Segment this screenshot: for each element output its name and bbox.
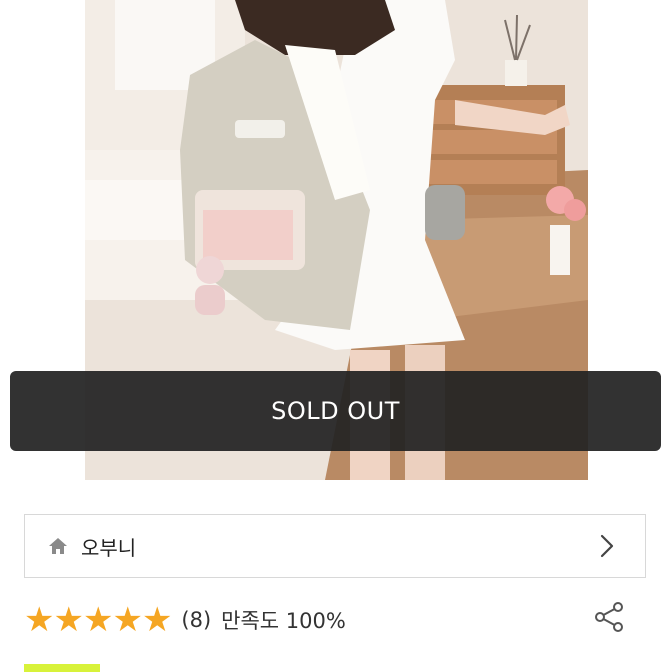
- home-icon: [47, 535, 69, 557]
- rating-stars: ★ ★ ★ ★ ★: [24, 600, 173, 640]
- store-link-row[interactable]: 오부니: [24, 514, 646, 578]
- sold-out-banner: SOLD OUT: [10, 371, 661, 451]
- review-count[interactable]: (8): [181, 608, 211, 632]
- star-icon: ★: [24, 600, 55, 640]
- star-icon: ★: [82, 600, 114, 640]
- sold-out-label: SOLD OUT: [271, 397, 400, 425]
- satisfaction-text: 만족도 100%: [221, 609, 346, 633]
- store-name: 오부니: [81, 535, 137, 560]
- star-icon: ★: [53, 600, 84, 640]
- star-icon: ★: [112, 600, 143, 640]
- accent-tag: [24, 664, 100, 672]
- share-icon[interactable]: [592, 600, 626, 634]
- chevron-right-icon: [599, 533, 615, 559]
- rating-row: ★ ★ ★ ★ ★ (8) 만족도 100%: [24, 600, 346, 640]
- star-icon: ★: [141, 600, 173, 640]
